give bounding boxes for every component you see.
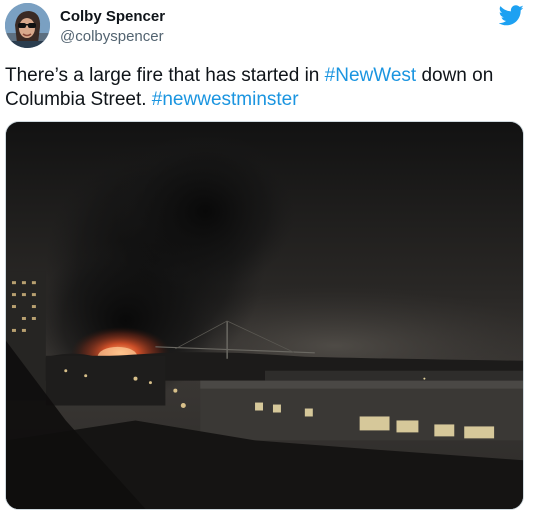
author-name[interactable]: Colby Spencer [60, 8, 165, 26]
author-handle[interactable]: @colbyspencer [60, 28, 164, 46]
author-avatar[interactable] [5, 3, 50, 48]
hashtag-newwest[interactable]: #NewWest [325, 65, 417, 86]
tweet-photo[interactable] [5, 121, 524, 510]
twitter-bird-icon[interactable] [499, 5, 524, 26]
night-fire-photo-icon [6, 122, 523, 509]
tweet-card: Colby Spencer @colbyspencer There’s a la… [0, 0, 534, 518]
tweet-text: There’s a large fire that has started in… [5, 64, 525, 112]
hashtag-newwestminster[interactable]: #newwestminster [152, 89, 299, 110]
tweet-text-part1: There’s a large fire that has started in [5, 65, 325, 86]
avatar-icon [5, 3, 50, 48]
